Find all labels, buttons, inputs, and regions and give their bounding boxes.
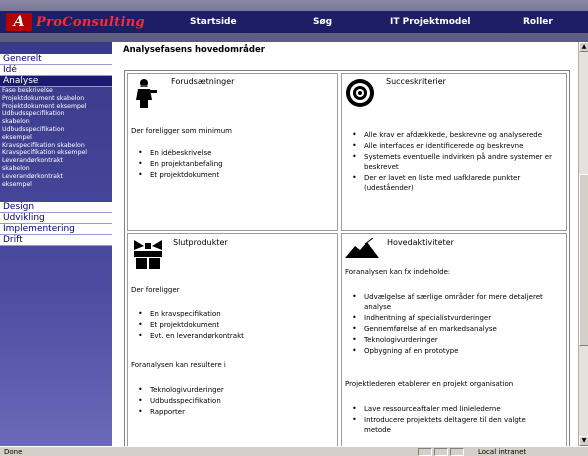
engineer-icon xyxy=(134,78,158,112)
cell-intro: Foranalysen kan fx indeholde: xyxy=(345,268,451,276)
target-icon xyxy=(345,78,375,112)
sidebar: Generelt Idé Analyse Fase beskrivelse Pr… xyxy=(0,42,112,446)
sidebar-subitem[interactable]: Udbudsspecifikation xyxy=(0,110,112,118)
cell-hovedaktiviteter: Hovedaktiviteter Foranalysen kan fx inde… xyxy=(341,233,567,446)
sidebar-item-analyse[interactable]: Analyse xyxy=(0,76,112,87)
status-panel xyxy=(434,448,448,456)
sidebar-item-ide[interactable]: Idé xyxy=(0,65,112,76)
bullet-list: Udvælgelse af særlige områder for mere d… xyxy=(342,292,554,357)
list-item: Introducere projektets deltagere til den… xyxy=(342,415,554,435)
top-header: A ProConsulting Startside Søg IT Projekt… xyxy=(0,0,588,42)
scroll-down-icon[interactable]: ▼ xyxy=(579,436,588,446)
sidebar-subitems: Fase beskrivelse Projektdokument skabelo… xyxy=(0,87,112,188)
nav-it-projektmodel[interactable]: IT Projektmodel xyxy=(390,11,471,33)
list-item: Opbygning af en prototype xyxy=(342,346,554,356)
sidebar-item-drift[interactable]: Drift xyxy=(0,235,112,247)
sidebar-item-implementering[interactable]: Implementering xyxy=(0,224,112,236)
zone-text: Local intranet xyxy=(478,448,527,456)
gift-icon xyxy=(131,238,165,274)
cell-title: Forudsætninger xyxy=(171,77,235,86)
list-item: Teknologivurderinger xyxy=(128,385,333,395)
list-item: En projektanbefaling xyxy=(128,159,333,169)
cell-intro: Projektlederen etablerer en projekt orga… xyxy=(345,380,514,388)
cell-slutprodukter: Slutprodukter Der foreligger En kravspec… xyxy=(127,233,338,446)
sidebar-item-generelt[interactable]: Generelt xyxy=(0,54,112,65)
cell-intro: Foranalysen kan resultere i xyxy=(131,361,226,369)
scroll-thumb[interactable] xyxy=(579,174,588,346)
cell-title: Slutprodukter xyxy=(173,238,228,247)
bullet-list: En kravspecifikation Et projektdokument … xyxy=(128,309,333,342)
scroll-up-icon[interactable]: ▲ xyxy=(579,42,588,52)
nav-soeg[interactable]: Søg xyxy=(313,11,332,33)
list-item: Der er lavet en liste med uafklarede pun… xyxy=(342,173,554,193)
bullet-list: En idébeskrivelse En projektanbefaling E… xyxy=(128,148,333,181)
list-item: Gennemførelse af en markedsanalyse xyxy=(342,324,554,334)
sidebar-subitem[interactable]: Fase beskrivelse xyxy=(0,87,112,95)
sidebar-subitem[interactable]: skabelon xyxy=(0,118,112,126)
bullet-list: Lave ressourceaftaler med linielederne I… xyxy=(342,404,554,436)
content-grid: Forudsætninger Der foreligger som minimu… xyxy=(124,70,570,446)
status-bar: Done Local intranet xyxy=(0,446,588,456)
status-text: Done xyxy=(4,448,23,456)
sidebar-subitem[interactable]: skabelon xyxy=(0,165,112,173)
sidebar-item-udvikling[interactable]: Udvikling xyxy=(0,213,112,225)
sidebar-subitem[interactable]: Leverandørkontrakt xyxy=(0,157,112,165)
list-item: Alle interfaces er identificerede og bes… xyxy=(342,141,554,151)
sidebar-subitem[interactable]: Leverandørkontrakt xyxy=(0,173,112,181)
list-item: Teknologivurderinger xyxy=(342,335,554,345)
main-content: Analysefasens hovedområder Forudsætninge… xyxy=(112,42,578,446)
list-item: Udbudsspecifikation xyxy=(128,396,333,406)
status-panel xyxy=(450,448,464,456)
list-item: Evt. en leverandørkontrakt xyxy=(128,331,333,341)
sidebar-item-design[interactable]: Design xyxy=(0,202,112,214)
logo-text: ProConsulting xyxy=(36,14,145,30)
logo-mark: A xyxy=(6,13,32,31)
page-title: Analysefasens hovedområder xyxy=(123,45,265,55)
list-item: Alle krav er afdækkede, beskrevne og ana… xyxy=(342,130,554,140)
list-item: Udvælgelse af særlige områder for mere d… xyxy=(342,292,554,312)
sidebar-subitem[interactable]: Kravspecifikation skabelon xyxy=(0,142,112,150)
status-panel xyxy=(418,448,432,456)
sidebar-subitem[interactable]: Projektdokument skabelon xyxy=(0,95,112,103)
vertical-scrollbar[interactable]: ▲ ▼ xyxy=(578,42,588,446)
list-item: En kravspecifikation xyxy=(128,309,333,319)
bullet-list: Alle krav er afdækkede, beskrevne og ana… xyxy=(342,130,554,194)
list-item: Systemets eventuelle indvirken på andre … xyxy=(342,152,554,172)
cell-intro: Der foreligger som minimum xyxy=(131,127,232,135)
cell-title: Succeskriterier xyxy=(386,77,446,86)
sidebar-subitem[interactable]: eksempel xyxy=(0,181,112,189)
sidebar-subitem[interactable]: Udbudsspecifikation xyxy=(0,126,112,134)
nav-startside[interactable]: Startside xyxy=(190,11,237,33)
sidebar-subitem[interactable]: Kravspecifikation eksempel xyxy=(0,149,112,157)
logo[interactable]: A ProConsulting xyxy=(6,11,145,33)
list-item: Indhentning af specialistvurderinger xyxy=(342,313,554,323)
cell-succeskriterier: Succeskriterier Alle krav er afdækkede, … xyxy=(341,73,567,231)
sidebar-subitem[interactable]: eksempel xyxy=(0,134,112,142)
list-item: Rapporter xyxy=(128,407,333,417)
mountain-icon xyxy=(345,237,379,264)
sidebar-subitem[interactable]: Projektdokument eksempel xyxy=(0,103,112,111)
cell-intro: Der foreligger xyxy=(131,286,180,294)
cell-title: Hovedaktiviteter xyxy=(387,238,454,247)
nav-roller[interactable]: Roller xyxy=(523,11,553,33)
list-item: Et projektdokument xyxy=(128,320,333,330)
list-item: Lave ressourceaftaler med linielederne xyxy=(342,404,554,414)
list-item: En idébeskrivelse xyxy=(128,148,333,158)
list-item: Et projektdokument xyxy=(128,170,333,180)
cell-forudsaetninger: Forudsætninger Der foreligger som minimu… xyxy=(127,73,338,231)
bullet-list: Teknologivurderinger Udbudsspecifikation… xyxy=(128,385,333,418)
